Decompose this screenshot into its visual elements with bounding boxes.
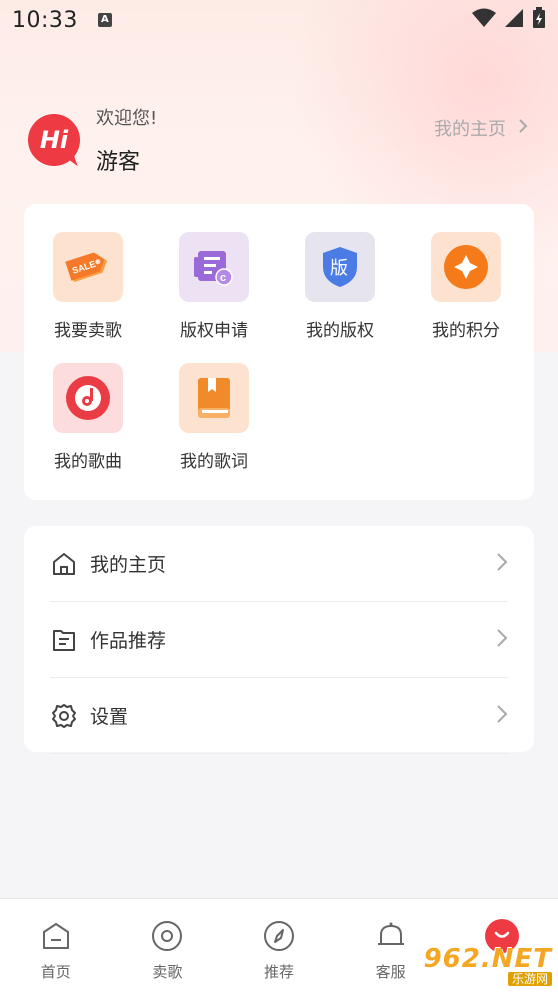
notification-a-icon: A	[97, 13, 112, 27]
chevron-right-icon	[496, 552, 508, 576]
watermark-top-text: 962.NET	[423, 944, 552, 974]
gear-icon	[50, 702, 78, 730]
menu-item-my-homepage[interactable]: 我的主页	[50, 526, 508, 602]
battery-icon	[532, 7, 546, 33]
feature-sell-song[interactable]: SALE 我要卖歌	[38, 232, 138, 341]
copyright-shield-icon: 版	[305, 232, 375, 302]
menu-label: 作品推荐	[90, 630, 167, 652]
feature-my-songs[interactable]: 我的歌曲	[38, 363, 138, 472]
username: 游客	[96, 150, 141, 175]
feature-card: SALE 我要卖歌 c 版权申请 版 我的版权 我的积分 我的歌曲 我的歌词	[24, 204, 534, 500]
status-time: 10:33	[12, 7, 78, 33]
svg-text:版: 版	[330, 258, 348, 279]
chevron-right-icon	[496, 704, 508, 728]
feature-my-points[interactable]: 我的积分	[416, 232, 516, 341]
music-disc-icon	[53, 363, 123, 433]
home-icon	[50, 550, 78, 578]
watermark-bottom-text: 乐游网	[507, 972, 552, 986]
svg-text:c: c	[220, 272, 226, 284]
feature-label: 我要卖歌	[54, 321, 122, 341]
feature-label: 我的版权	[306, 321, 374, 341]
my-homepage-link[interactable]: 我的主页	[434, 115, 528, 141]
feature-label: 版权申请	[180, 321, 248, 341]
compass-tab-icon	[262, 919, 296, 953]
copyright-apply-icon: c	[179, 232, 249, 302]
tab-label: 推荐	[263, 963, 294, 981]
bell-tab-icon	[374, 919, 408, 953]
home-tab-icon	[39, 919, 73, 953]
chevron-right-icon	[496, 628, 508, 652]
menu-item-works-recommend[interactable]: 作品推荐	[50, 602, 508, 678]
points-diamond-icon	[431, 232, 501, 302]
feature-label: 我的歌词	[180, 452, 248, 472]
wifi-icon	[472, 8, 496, 32]
avatar-text: Hi	[39, 126, 69, 154]
menu-label: 我的主页	[90, 554, 167, 576]
menu-item-settings[interactable]: 设置	[50, 678, 508, 754]
signal-icon	[504, 8, 524, 32]
tab-label: 客服	[375, 963, 406, 981]
document-list-icon	[50, 626, 78, 654]
chevron-right-icon	[518, 118, 528, 139]
tab-label: 首页	[40, 963, 71, 981]
feature-label: 我的积分	[432, 321, 500, 341]
lyrics-book-icon	[179, 363, 249, 433]
my-homepage-label: 我的主页	[434, 119, 506, 140]
sale-tag-icon: SALE	[53, 232, 123, 302]
disc-tab-icon	[150, 919, 184, 953]
feature-my-copyright[interactable]: 版 我的版权	[290, 232, 390, 341]
profile-header: Hi 欢迎您! 游客 我的主页	[28, 100, 528, 180]
tab-home[interactable]: 首页	[0, 899, 112, 992]
status-bar: 10:33 A	[0, 0, 558, 40]
tab-recommend[interactable]: 推荐	[223, 899, 335, 992]
avatar[interactable]: Hi	[28, 114, 80, 166]
tab-label: 卖歌	[152, 963, 183, 981]
welcome-text: 欢迎您!	[96, 108, 158, 129]
tab-sell[interactable]: 卖歌	[112, 899, 224, 992]
feature-copyright-apply[interactable]: c 版权申请	[164, 232, 264, 341]
watermark-logo: 962.NET 乐游网	[420, 946, 552, 986]
menu-card: 我的主页 作品推荐 设置	[24, 526, 534, 754]
menu-label: 设置	[90, 706, 129, 728]
feature-my-lyrics[interactable]: 我的歌词	[164, 363, 264, 472]
feature-label: 我的歌曲	[54, 452, 122, 472]
